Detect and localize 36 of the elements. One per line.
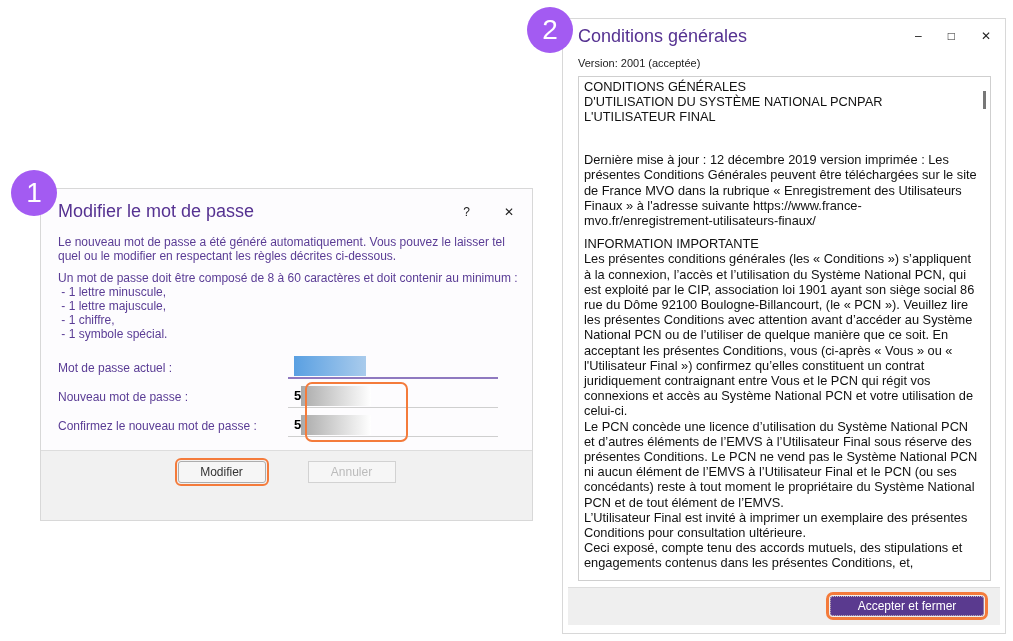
password-field[interactable]: 5 bbox=[288, 384, 498, 408]
terms-paragraph: Dernière mise à jour : 12 décembre 2019 version imprimée : Les présentes Conditions Générales peuvent être téléchargées sur le site de France MVO dans la rubrique « Enregistrement des Utilisateurs Finaux » à l'adresse suivante https://www.france-mvo.fr/enregistrement-utilisateurs-finaux/ bbox=[584, 152, 978, 229]
dialog-button[interactable]: Modifier bbox=[177, 461, 266, 483]
field-label: Confirmez le nouveau mot de passe : bbox=[57, 419, 258, 435]
password-value: 5 bbox=[294, 386, 302, 405]
field-label: Mot de passe actuel : bbox=[57, 361, 174, 377]
selection-mask bbox=[294, 356, 366, 376]
rule-text: - 1 lettre minuscule, bbox=[60, 285, 168, 299]
terms-paragraph: Le PCN concède une licence d’utilisation du Système National PCN et d’autres éléments de l’EMVS à l’Utilisateur Final sous réserve des présentes Conditions. Le PCN ne vend pas le Système National PCN ni aucun élément de l’EMVS à l’Utilisateur Final et le PCN (ou ses concédants) reste à tout moment le propriétaire du Système National PCN et de tout élément de l’EMVS. bbox=[584, 418, 978, 510]
step-number-badge: 1 bbox=[11, 170, 57, 216]
window-title: Conditions générales bbox=[578, 24, 749, 48]
terms-heading: L'UTILISATEUR FINAL bbox=[584, 108, 717, 125]
close-button[interactable]: ✕ bbox=[500, 205, 518, 218]
version-label: Version: 2001 (acceptée) bbox=[577, 56, 702, 71]
maximize-button[interactable]: □ bbox=[943, 30, 959, 42]
terms-paragraph: Ceci exposé, compte tenu des accords mutuels, des stipulations et engagements contenus dans les présentes Conditions, et, bbox=[584, 540, 964, 571]
terms-paragraph: L’Utilisateur Final est invité à imprimer un exemplaire des présentes Conditions pour consultation ultérieure. bbox=[584, 509, 969, 541]
rule-text: - 1 chiffre, bbox=[60, 313, 116, 327]
password-field[interactable]: 5 bbox=[288, 413, 498, 437]
rule-text: - 1 symbole spécial. bbox=[60, 327, 169, 341]
password-field[interactable] bbox=[288, 355, 498, 379]
minimize-button[interactable]: – bbox=[911, 30, 926, 42]
terms-heading: D'UTILISATION DU SYSTÈME NATIONAL PCNPAR bbox=[584, 93, 884, 109]
intro-text: Le nouveau mot de passe a été généré automatiquement. Vous pouvez le laisser tel quel ou le modifier en respectant les règles décrites ci-dessous. bbox=[57, 234, 506, 263]
terms-paragraph: Les présentes conditions générales (les « Conditions ») s’appliquent à la connexion, l’accès et l’utilisation du Système National PCN, qui est exploité par le CIP, association loi 1901 ayant son siège social 86 rue du Dôme 92100 Boulogne-Billancourt, (le « PCN »). Veuillez lire les présentes Conditions avec attention avant d’accéder au Système National PCN ou de l’utiliser de quelque manière que ce soit. En acceptant les présentes Conditions, vous (ci-après « Vous » ou « l'Utilisateur Final ») confirmez qu’elles constituent un contrat juridiquement contraignant entre Vous et le PCN qui régit vos connexions et accès au Système National PCN et votre utilisation de celui-ci. bbox=[584, 251, 976, 419]
rule-text: - 1 lettre majuscule, bbox=[60, 299, 168, 313]
password-value: 5 bbox=[294, 415, 302, 434]
terms-heading: CONDITIONS GÉNÉRALES bbox=[584, 78, 748, 94]
scrollbar-thumb[interactable] bbox=[982, 90, 986, 109]
rule-text: Un mot de passe doit être composé de 8 à 60 caractères et doit contenir au minimum : bbox=[58, 271, 518, 285]
close-button[interactable]: ✕ bbox=[977, 30, 995, 42]
dialog-title: Modifier le mot de passe bbox=[58, 200, 256, 223]
step-number-badge: 2 bbox=[527, 7, 573, 53]
terms-paragraph: INFORMATION IMPORTANTE bbox=[584, 236, 760, 252]
field-label: Nouveau mot de passe : bbox=[57, 390, 190, 406]
help-button[interactable]: ? bbox=[459, 205, 474, 218]
